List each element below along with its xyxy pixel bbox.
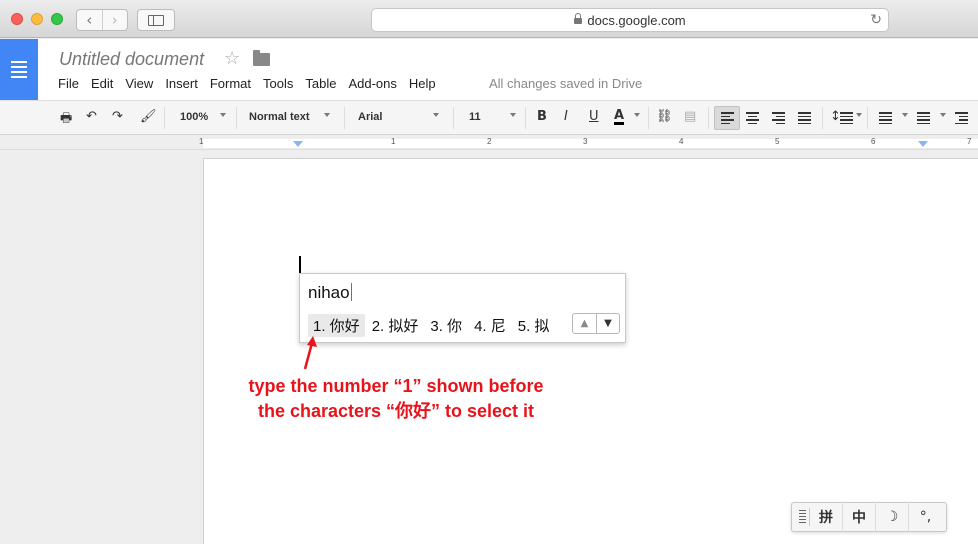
annotation-line-2: the characters “你好” to select it: [257, 401, 535, 421]
menu-bar: File Edit View Insert Format Tools Table…: [52, 76, 442, 91]
ime-composition: nihao: [308, 283, 353, 303]
font-size-select[interactable]: 11: [469, 111, 481, 123]
font-select[interactable]: Arial: [358, 111, 382, 123]
chevron-down-icon: [220, 113, 226, 117]
chevron-down-icon: [902, 113, 908, 117]
chevron-down-icon: [324, 113, 330, 117]
ruler-track: [203, 139, 978, 148]
decrease-indent-icon[interactable]: [955, 112, 968, 126]
align-center-icon[interactable]: [746, 112, 759, 126]
annotation-arrow-icon: [303, 336, 317, 370]
align-right-icon[interactable]: [772, 112, 785, 126]
menu-tools[interactable]: Tools: [257, 76, 299, 91]
bulleted-list-icon[interactable]: [917, 112, 930, 126]
ime-candidate-window: nihao 1. 你好 2. 拟好 3. 你 4. 尼 5. 拟 ▲ ▼: [299, 273, 626, 343]
formatting-toolbar: 🖶 ↶ ↷ 🖌 100% Normal text Arial 11 B I U …: [0, 100, 978, 135]
ime-status-bar: 拼 中 ☽ °,: [791, 502, 947, 532]
menu-view[interactable]: View: [119, 76, 159, 91]
ruler-number: 2: [487, 137, 492, 146]
document-title[interactable]: Untitled document: [59, 49, 204, 70]
menu-edit[interactable]: Edit: [85, 76, 119, 91]
paint-format-icon[interactable]: 🖌: [140, 109, 157, 124]
ruler-number: 3: [583, 137, 588, 146]
ime-candidate-4[interactable]: 4. 尼: [469, 314, 511, 337]
browser-titlebar: ‹ › docs.google.com ↻: [0, 0, 978, 38]
undo-icon[interactable]: ↶: [86, 109, 97, 124]
star-icon[interactable]: ☆: [224, 48, 240, 69]
sidebar-toggle-button[interactable]: [137, 9, 175, 31]
chevron-down-icon: [433, 113, 439, 117]
menu-help[interactable]: Help: [403, 76, 442, 91]
line-spacing-lines: [840, 112, 853, 126]
minimize-window-button[interactable]: [31, 13, 43, 25]
address-bar[interactable]: docs.google.com ↻: [371, 8, 889, 32]
half-width-icon[interactable]: ☽: [876, 502, 909, 532]
ime-input-text: nihao: [308, 283, 350, 302]
ruler-number: 1: [391, 137, 396, 146]
ime-candidate-2[interactable]: 2. 拟好: [367, 314, 424, 337]
folder-icon[interactable]: [253, 50, 270, 66]
chevron-up-icon[interactable]: ▲: [573, 314, 596, 333]
chevron-down-icon: [940, 113, 946, 117]
ruler-number: 5: [775, 137, 780, 146]
nav-button-group: ‹ ›: [76, 9, 128, 31]
ruler-number: 1: [199, 137, 204, 146]
menu-format[interactable]: Format: [204, 76, 257, 91]
text-color-button[interactable]: A: [614, 109, 625, 125]
text-cursor: [299, 256, 301, 274]
docs-header: Untitled document ☆ File Edit View Inser…: [0, 39, 978, 100]
ruler-number: 4: [679, 137, 684, 146]
pinyin-mode-button[interactable]: 拼: [810, 502, 843, 532]
ime-candidate-1[interactable]: 1. 你好: [308, 314, 365, 337]
redo-icon[interactable]: ↷: [112, 109, 123, 124]
url-text: docs.google.com: [587, 12, 686, 28]
menu-table[interactable]: Table: [299, 76, 342, 91]
style-select[interactable]: Normal text: [249, 111, 310, 123]
left-indent-marker[interactable]: [293, 141, 303, 147]
align-justify-icon[interactable]: [798, 112, 811, 126]
ruler-number: 6: [871, 137, 876, 146]
bold-button[interactable]: B: [537, 109, 547, 124]
chevron-down-icon: [510, 113, 516, 117]
save-status[interactable]: All changes saved in Drive: [489, 76, 642, 91]
menu-insert[interactable]: Insert: [159, 76, 204, 91]
ime-candidate-list: 1. 你好 2. 拟好 3. 你 4. 尼 5. 拟: [308, 314, 556, 337]
punctuation-icon[interactable]: °,: [909, 502, 942, 532]
drag-handle-icon[interactable]: [796, 508, 810, 526]
chevron-down-icon: [856, 113, 862, 117]
annotation-line-1: type the number “1” shown before: [248, 376, 544, 396]
forward-icon[interactable]: ›: [101, 10, 128, 30]
italic-button[interactable]: I: [564, 109, 568, 124]
comment-icon[interactable]: ▤: [684, 109, 696, 124]
fullscreen-window-button[interactable]: [51, 13, 63, 25]
ime-candidate-3[interactable]: 3. 你: [425, 314, 467, 337]
align-left-icon: [721, 112, 734, 126]
back-icon[interactable]: ‹: [77, 10, 102, 30]
chevron-down-icon: [634, 113, 640, 117]
numbered-list-icon[interactable]: [879, 112, 892, 126]
lock-icon: [574, 13, 583, 24]
link-icon[interactable]: ⛓: [656, 109, 673, 124]
ruler: 1 1 2 3 4 5 6 7: [0, 136, 978, 150]
sidebar-icon: [148, 14, 164, 26]
ime-pager: ▲ ▼: [572, 313, 620, 334]
menu-addons[interactable]: Add-ons: [342, 76, 402, 91]
ime-candidate-5[interactable]: 5. 拟: [513, 314, 555, 337]
close-window-button[interactable]: [11, 13, 23, 25]
print-icon[interactable]: 🖶: [60, 109, 72, 131]
reload-icon[interactable]: ↻: [870, 12, 882, 28]
underline-button[interactable]: U: [589, 109, 599, 124]
ruler-number: 7: [967, 137, 972, 146]
chevron-down-icon[interactable]: ▼: [596, 314, 619, 333]
docs-logo-icon: [11, 58, 27, 81]
annotation-text: type the number “1” shown before the cha…: [216, 374, 576, 424]
right-indent-marker[interactable]: [918, 141, 928, 147]
menu-file[interactable]: File: [52, 76, 85, 91]
docs-home-button[interactable]: [0, 39, 38, 100]
chinese-mode-button[interactable]: 中: [843, 502, 876, 532]
ime-caret: [350, 283, 353, 301]
zoom-select[interactable]: 100%: [180, 111, 208, 123]
